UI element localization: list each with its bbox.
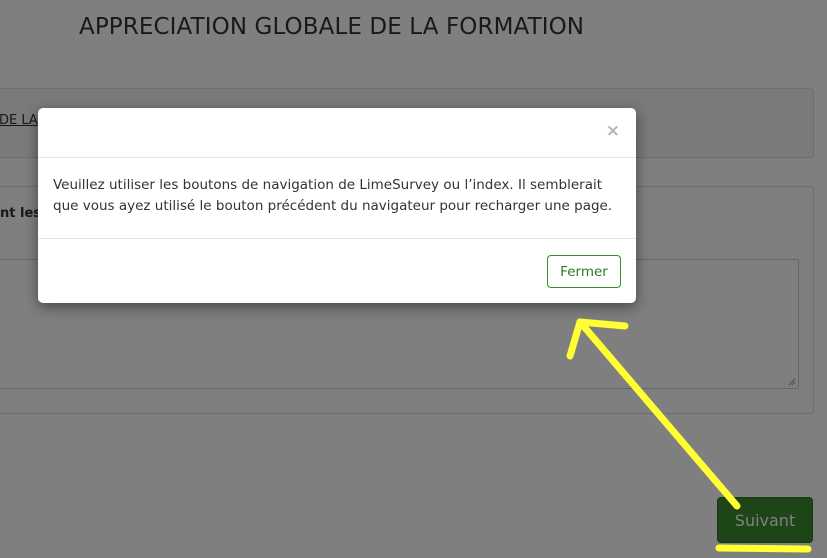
modal-message: Veuillez utiliser les boutons de navigat… — [38, 158, 636, 239]
modal-header: × — [38, 108, 636, 158]
close-modal-button[interactable]: Fermer — [547, 255, 621, 288]
close-icon[interactable]: × — [606, 123, 620, 140]
warning-modal: × Veuillez utiliser les boutons de navig… — [38, 108, 636, 303]
modal-footer: Fermer — [38, 239, 636, 302]
